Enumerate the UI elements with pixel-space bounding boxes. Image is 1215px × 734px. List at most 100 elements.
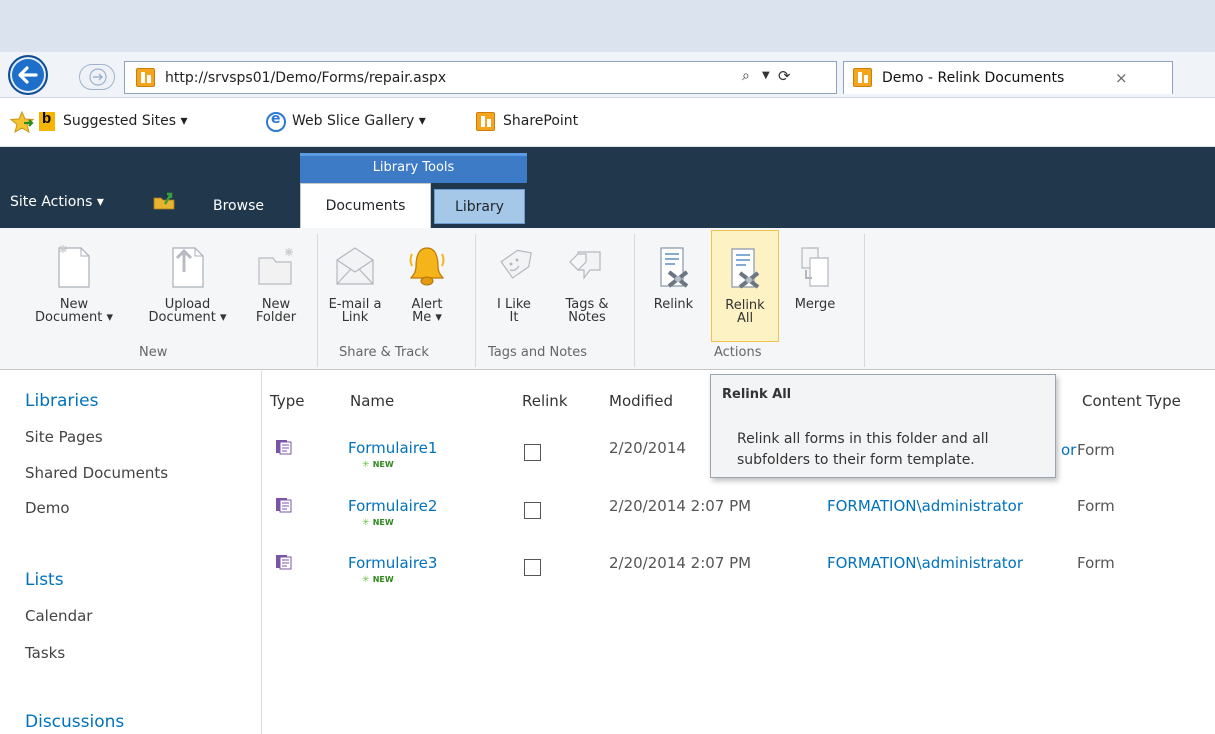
modified-date: 2/20/2014 [609,439,686,457]
relink-label: Relink [653,297,694,312]
browser-tab[interactable]: Demo - Relink Documents × [843,61,1173,94]
upload-icon [171,247,204,288]
sharepoint-site-icon [476,112,495,131]
navigate-up-icon[interactable] [152,190,176,210]
merge-icon [801,247,829,287]
ql-item-shared-documents[interactable]: Shared Documents [25,464,168,482]
content-type: Form [1077,441,1115,459]
address-bar[interactable]: http://srvsps01/Demo/Forms/repair.aspx ⌕… [124,61,837,94]
refresh-icon[interactable]: ⟳ [778,67,791,85]
upload-document-label: Upload Document ▾ [148,297,227,325]
ql-item-demo[interactable]: Demo [25,499,70,517]
new-folder-label: New Folder [255,297,297,325]
infopath-form-icon [276,555,292,570]
alert-me-button[interactable]: Alert Me ▾ [392,230,462,342]
group-label-new: New [139,345,168,360]
tab-browse[interactable]: Browse [213,198,264,214]
ql-item-site-pages[interactable]: Site Pages [25,428,103,446]
relink-checkbox[interactable] [524,559,541,576]
group-divider [634,234,635,367]
relink-all-button[interactable]: Relink All [711,230,779,342]
content-type: Form [1077,497,1115,515]
infopath-form-icon [276,498,292,513]
new-folder-icon [258,248,293,285]
i-like-it-button[interactable]: I Like It [484,230,544,342]
relink-icon [659,247,688,288]
search-icon[interactable]: ⌕ [742,68,750,84]
favorite-sharepoint[interactable]: SharePoint [503,113,578,129]
new-document-icon [58,245,90,288]
quick-launch: Libraries Site Pages Shared Documents De… [0,371,262,734]
upload-document-button[interactable]: Upload Document ▾ [135,230,240,342]
close-icon[interactable]: × [1115,69,1128,87]
forward-arrow-icon [89,68,107,86]
address-url[interactable]: http://srvsps01/Demo/Forms/repair.aspx [165,70,446,86]
envelope-icon [336,247,374,285]
tab-documents-label: Documents [325,198,406,214]
group-label-tags-notes: Tags and Notes [488,345,588,360]
ql-item-tasks[interactable]: Tasks [25,644,65,662]
group-label-share-track: Share & Track [339,345,429,360]
infopath-form-icon [276,440,292,455]
tab-library[interactable]: Library [434,189,525,224]
favorite-web-slice-gallery[interactable]: Web Slice Gallery ▾ [292,113,426,129]
new-folder-button[interactable]: New Folder [242,230,310,342]
document-name-link[interactable]: Formulaire1 [348,439,437,457]
site-actions-menu[interactable]: Site Actions ▾ [10,194,104,210]
tab-title: Demo - Relink Documents [882,70,1065,86]
ql-heading-lists[interactable]: Lists [25,570,64,590]
modified-by-link[interactable]: FORMATION\administrator [827,554,1023,572]
tab-library-label: Library [455,199,504,215]
new-badge: NEW [362,575,394,585]
document-name-link[interactable]: Formulaire3 [348,554,437,572]
email-link-button[interactable]: E-mail a Link [320,230,390,342]
tags-notes-button[interactable]: Tags & Notes [552,230,622,342]
modified-date: 2/20/2014 2:07 PM [609,554,752,572]
column-header-type[interactable]: Type [270,392,304,410]
relink-checkbox[interactable] [524,444,541,461]
alert-me-label: Alert Me ▾ [411,297,443,325]
favorites-star-icon[interactable] [10,111,34,133]
ribbon-header [0,147,1215,228]
browser-title-strip [0,0,1215,52]
favorite-suggested-sites[interactable]: Suggested Sites ▾ [63,113,188,129]
modified-by-link[interactable]: or [1061,441,1076,459]
tab-documents[interactable]: Documents [300,183,431,228]
back-button[interactable] [8,55,48,95]
modified-by-link[interactable]: FORMATION\administrator [827,497,1023,515]
back-arrow-icon [18,66,38,84]
ql-heading-libraries[interactable]: Libraries [25,391,98,411]
relink-all-icon [731,248,760,289]
relink-checkbox[interactable] [524,502,541,519]
tags-notes-label: Tags & Notes [565,297,609,325]
email-link-label: E-mail a Link [328,297,382,325]
column-header-modified[interactable]: Modified [609,392,673,410]
merge-label: Merge [794,297,836,312]
tag-smiley-icon [500,249,532,279]
document-name-link[interactable]: Formulaire2 [348,497,437,515]
group-label-actions: Actions [714,345,762,360]
chevron-down-icon[interactable]: ▼ [762,70,770,81]
i-like-it-label: I Like It [497,297,531,325]
column-header-name[interactable]: Name [350,392,394,410]
bing-icon [39,110,55,131]
tooltip-body: Relink all forms in this folder and all … [737,431,989,468]
sharepoint-site-icon [853,68,872,87]
content-type: Form [1077,554,1115,572]
merge-button[interactable]: Merge [782,230,848,342]
group-divider [864,234,865,367]
column-header-content-type[interactable]: Content Type [1082,392,1181,410]
forward-button[interactable] [79,64,115,90]
new-document-button[interactable]: New Document ▾ [15,230,133,342]
tags-notes-icon [569,251,601,280]
column-header-relink[interactable]: Relink [522,392,568,410]
relink-button[interactable]: Relink [640,230,707,342]
relink-all-label: Relink All [725,298,765,326]
ql-item-calendar[interactable]: Calendar [25,607,92,625]
favorites-bar: Suggested Sites ▾ Web Slice Gallery ▾ Sh… [0,98,1215,147]
group-divider [475,234,476,367]
bell-icon [409,247,445,286]
new-badge: NEW [362,460,394,470]
ql-heading-discussions[interactable]: Discussions [25,712,124,732]
ribbon: New Document ▾ Upload Document ▾ New Fol… [0,228,1215,370]
